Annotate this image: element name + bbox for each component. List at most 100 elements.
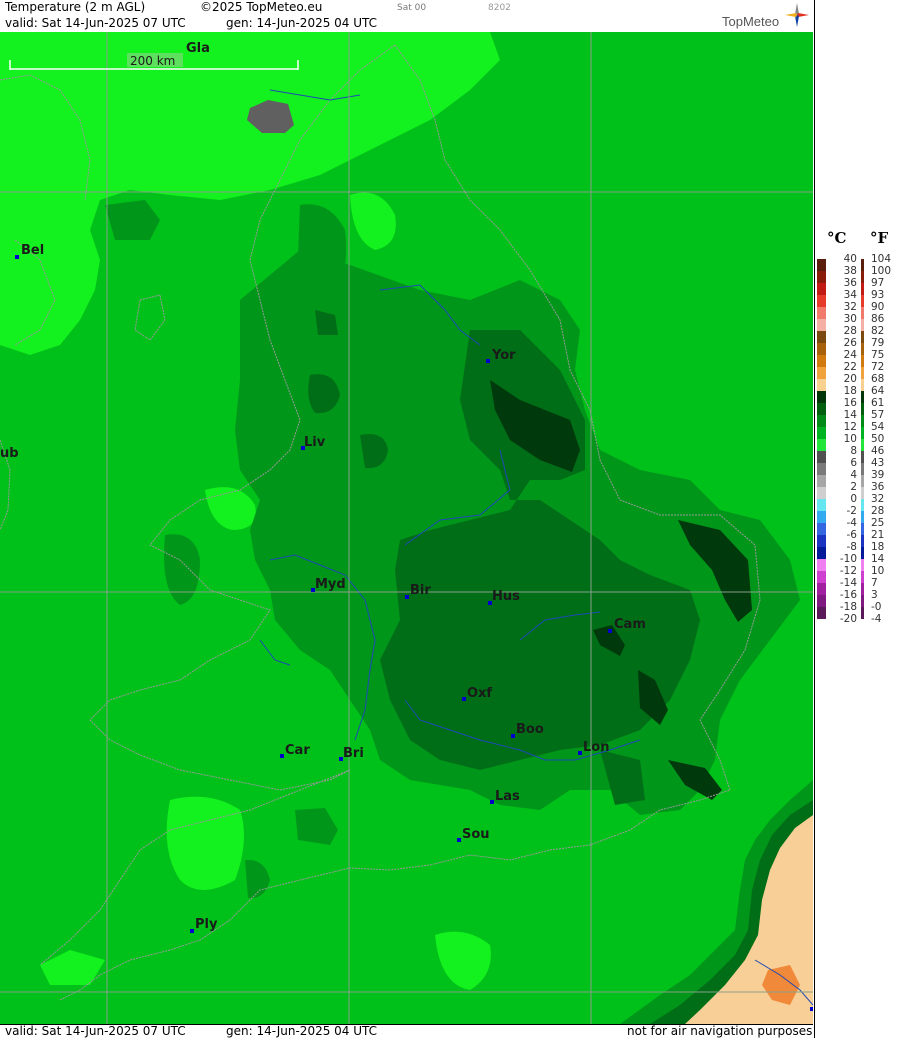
legend-fahrenheit-value: 72 [871,361,885,373]
legend-fahrenheit-value: 97 [871,277,885,289]
legend-color-swatch [817,571,826,583]
legend-celsius-value: 18 [843,385,857,397]
legend-fahrenheit-value: 28 [871,505,885,517]
legend-color-bar [861,463,864,475]
legend-celsius-value: 34 [843,289,857,301]
legend-color-bar [861,523,864,535]
legend-fahrenheit-value: 90 [871,301,885,313]
legend-color-bar [861,295,864,307]
legend-color-swatch [817,583,826,595]
legend-color-swatch [817,331,826,343]
legend-color-swatch [817,487,826,499]
legend-fahrenheit-value: -0 [871,601,882,613]
city-label: Ply [195,917,218,932]
legend-celsius-value: 0 [850,493,857,505]
city-label: Yor [491,348,516,363]
legend-celsius-value: 2 [850,481,857,493]
legend-fahrenheit-value: 21 [871,529,885,541]
legend-fahrenheit-value: 10 [871,565,885,577]
city-label: Boo [516,722,544,737]
legend-color-bar [861,595,864,607]
legend-color-swatch [817,391,826,403]
legend-celsius-value: 22 [843,361,857,373]
legend-color-swatch [817,295,826,307]
legend-fahrenheit-value: 18 [871,541,885,553]
legend-color-bar [861,271,864,283]
legend-color-bar [861,379,864,391]
run-code: 8202 [488,3,511,13]
legend-fahrenheit-value: 61 [871,397,885,409]
legend-fahrenheit-value: 57 [871,409,885,421]
legend-fahrenheit-value: 82 [871,325,885,337]
legend-color-bar [861,583,864,595]
legend-unit-fahrenheit: °F [870,229,889,247]
city-label: Cam [614,617,646,632]
legend-fahrenheit-value: 25 [871,517,885,529]
generated-time: gen: 14-Jun-2025 04 UTC [226,16,378,30]
legend-celsius-value: -4 [846,517,857,529]
legend-color-swatch [817,343,826,355]
legend-fahrenheit-value: 79 [871,337,885,349]
copyright-text: ©2025 TopMeteo.eu [200,0,323,14]
legend-celsius-value: 8 [850,445,857,457]
legend-celsius-value: -12 [839,565,857,577]
run-label: Sat 00 [397,3,427,13]
temperature-legend: °C °F 40 104 38 100 36 97 34 93 32 90 30 86 28 82 26 79… [814,0,905,1038]
city-label: Las [495,789,520,804]
legend-celsius-value: 4 [850,469,857,481]
legend-celsius-value: 26 [843,337,857,349]
legend-celsius-value: 20 [843,373,857,385]
legend-color-swatch [817,439,826,451]
legend-color-swatch [817,547,826,559]
footer-generated-time: gen: 14-Jun-2025 04 UTC [226,1024,378,1038]
legend-fahrenheit-value: 46 [871,445,885,457]
legend-celsius-value: 12 [843,421,857,433]
legend-fahrenheit-value: 39 [871,469,885,481]
legend-fahrenheit-value: -4 [871,613,882,625]
legend-celsius-value: 16 [843,397,857,409]
legend-color-bar [861,451,864,463]
legend-fahrenheit-value: 50 [871,433,885,445]
legend-color-bar [861,415,864,427]
legend-celsius-value: -6 [846,529,857,541]
legend-celsius-value: 6 [850,457,857,469]
legend-fahrenheit-value: 7 [871,577,878,589]
city-label: Bel [21,243,44,258]
legend-color-swatch [817,427,826,439]
legend-fahrenheit-value: 86 [871,313,885,325]
legend-color-swatch [817,559,826,571]
legend-color-bar [861,331,864,343]
legend-color-swatch [817,283,826,295]
city-label: Oxf [467,686,492,701]
legend-color-swatch [817,319,826,331]
legend-celsius-value: -2 [846,505,857,517]
legend-unit-celsius: °C [827,229,847,247]
legend-celsius-value: -14 [839,577,857,589]
legend-color-swatch [817,523,826,535]
legend-color-bar [861,571,864,583]
legend-color-bar [861,367,864,379]
compass-logo-icon [785,3,809,27]
legend-color-bar [861,307,864,319]
legend-celsius-value: 38 [843,265,857,277]
legend-fahrenheit-value: 32 [871,493,885,505]
legend-celsius-value: 36 [843,277,857,289]
legend-color-bar [861,391,864,403]
legend-celsius-value: 30 [843,313,857,325]
legend-fahrenheit-value: 43 [871,457,885,469]
legend-color-swatch [817,511,826,523]
city-label: Sou [462,827,490,842]
legend-fahrenheit-value: 14 [871,553,885,565]
legend-celsius-value: -20 [839,613,857,625]
legend-celsius-value: 32 [843,301,857,313]
city-label: ub [0,446,19,461]
legend-fahrenheit-value: 93 [871,289,885,301]
valid-time: valid: Sat 14-Jun-2025 07 UTC [5,16,186,30]
legend-celsius-value: 14 [843,409,857,421]
legend-celsius-value: -10 [839,553,857,565]
legend-fahrenheit-value: 75 [871,349,885,361]
legend-fahrenheit-value: 100 [871,265,892,277]
temperature-map[interactable]: 200 km Gla Bel Yor Liv ub Myd Bir Hus Ca… [0,32,813,1024]
legend-color-swatch [817,307,826,319]
map-footer: valid: Sat 14-Jun-2025 07 UTC gen: 14-Ju… [0,1024,813,1039]
